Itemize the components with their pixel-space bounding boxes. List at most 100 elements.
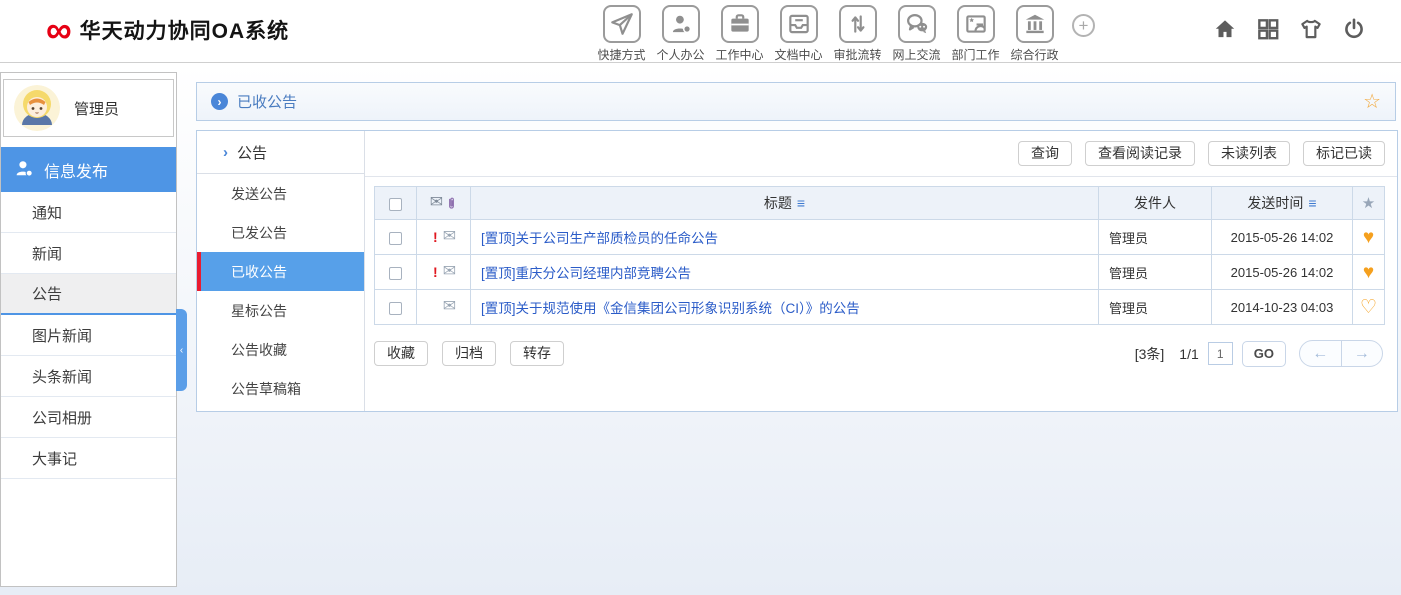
announcement-link[interactable]: [置顶]关于公司生产部质检员的任命公告 [481,231,718,246]
favorite-star-icon[interactable]: ☆ [1363,92,1381,112]
toolbar: 查询 查看阅读记录 未读列表 标记已读 [365,131,1397,177]
next-page-arrow-icon[interactable]: → [1342,341,1383,366]
sidebar-item-notice[interactable]: 通知 [1,192,176,233]
submenu-item-received-announcements[interactable]: 已收公告 [197,252,364,291]
apps-grid-icon[interactable] [1255,16,1281,42]
submenu-item-label: 已收公告 [231,262,287,282]
announcement-link[interactable]: [置顶]关于规范使用《金信集团公司形象识别系统（CI）》的公告 [481,301,860,316]
sidebar-collapse-handle[interactable]: ‹ [176,309,187,391]
nav-label: 综合行政 [1010,46,1058,63]
nav-item-online-chat[interactable]: 网上交流 [887,5,946,63]
bank-icon [1016,5,1054,43]
user-box: 管理员 [3,79,174,137]
sidebar-item-label: 大事记 [32,448,77,469]
nav-label: 部门工作 [951,46,999,63]
app-title: 华天动力协同OA系统 [80,15,290,45]
favorite-button[interactable]: 收藏 [374,341,428,366]
urgent-mark: ! [431,264,440,280]
submenu-item-starred-announcements[interactable]: 星标公告 [197,291,364,330]
time-cell: 2014-10-23 04:03 [1212,290,1353,325]
logo-infinity-icon: ∞ [46,11,72,49]
envelope-icon: ✉ [443,229,456,245]
page-input[interactable] [1208,342,1233,365]
nav-item-administration[interactable]: 综合行政 [1005,5,1064,63]
go-button[interactable]: GO [1242,341,1286,367]
sidebar-section-header[interactable]: 信息发布 [1,147,176,192]
heart-filled-icon[interactable]: ♥ [1363,227,1374,248]
envelope-icon: ✉ [443,264,456,280]
row-checkbox[interactable] [389,232,402,245]
add-module-button[interactable]: + [1072,14,1095,37]
nav-item-approval-flow[interactable]: 审批流转 [828,5,887,63]
person-publish-icon [14,159,35,180]
document-tray-icon [780,5,818,43]
heart-filled-icon[interactable]: ♥ [1363,262,1374,283]
announcement-link[interactable]: [置顶]重庆分公司经理内部竞聘公告 [481,266,691,281]
sidebar-item-picture-news[interactable]: 图片新闻 [1,315,176,356]
bottom-bar: 收藏 归档 转存 [3条] 1/1 GO ← → [374,340,1383,367]
sidebar-item-announcement[interactable]: 公告 [1,274,176,315]
sidebar-section-title: 信息发布 [44,158,108,182]
person-icon [662,5,700,43]
theme-shirt-icon[interactable] [1298,16,1324,42]
header-time-cell: 发送时间≡ [1212,187,1353,220]
nav-item-personal-office[interactable]: 个人办公 [651,5,710,63]
row-checkbox[interactable] [389,267,402,280]
submenu-item-announcement-drafts[interactable]: 公告草稿箱 [197,369,364,408]
submenu-title: 公告 [237,142,267,163]
select-all-checkbox[interactable] [389,198,402,211]
home-icon[interactable] [1212,16,1238,42]
envelope-icon: ✉ [430,195,443,211]
sidebar-item-label: 图片新闻 [32,325,92,346]
heart-outline-icon[interactable]: ♡ [1360,297,1377,318]
prev-page-arrow-icon[interactable]: ← [1300,341,1342,366]
row-checkbox[interactable] [389,302,402,315]
pager-arrows: ← → [1299,340,1383,367]
nav-label: 工作中心 [715,46,763,63]
power-icon[interactable] [1341,16,1367,42]
sort-title-icon[interactable]: ≡ [797,195,805,211]
sidebar-menu: 通知 新闻 公告 图片新闻 头条新闻 公司相册 大事记 [1,192,176,479]
sidebar-item-label: 新闻 [32,243,62,264]
panel-body: 查询 查看阅读记录 未读列表 标记已读 [365,131,1397,411]
sidebar-item-company-album[interactable]: 公司相册 [1,397,176,438]
sidebar-item-milestones[interactable]: 大事记 [1,438,176,479]
nav-item-shortcuts[interactable]: 快捷方式 [592,5,651,63]
chat-bubbles-icon [898,5,936,43]
briefcase-icon [721,5,759,43]
sidebar-item-news[interactable]: 新闻 [1,233,176,274]
total-count: [3条] [1135,344,1165,364]
header-star-cell: ★ [1353,187,1385,220]
table-header-row: ✉ 标题 ≡ 发件人 发送时间≡ [375,187,1385,220]
nav-item-department-work[interactable]: 部门工作 [946,5,1005,63]
breadcrumb-bar: › 已收公告 ☆ [196,82,1396,121]
sidebar-item-label: 头条新闻 [32,366,92,387]
paper-plane-icon [603,5,641,43]
submenu-item-send-announcement[interactable]: 发送公告 [197,174,364,213]
star-icon: ★ [1362,195,1375,212]
submenu-header[interactable]: › 公告 [197,131,364,174]
transfer-button[interactable]: 转存 [510,341,564,366]
archive-button[interactable]: 归档 [442,341,496,366]
sort-time-icon[interactable]: ≡ [1308,195,1316,211]
submenu-item-label: 星标公告 [231,301,287,321]
column-title-label: 标题 [764,195,792,211]
row-actions: 收藏 归档 转存 [374,341,564,366]
nav-item-document-center[interactable]: 文档中心 [769,5,828,63]
submenu-item-announcement-favorites[interactable]: 公告收藏 [197,330,364,369]
submenu: › 公告 发送公告 已发公告 已收公告 星标公告 公告收藏 公告草稿箱 [197,131,365,411]
header-sender-cell: 发件人 [1099,187,1212,220]
nav-item-work-center[interactable]: 工作中心 [710,5,769,63]
announcement-table-wrap: ✉ 标题 ≡ 发件人 发送时间≡ [374,186,1383,325]
mark-read-button[interactable]: 标记已读 [1303,141,1385,166]
sender-cell: 管理员 [1099,290,1212,325]
sidebar-item-headline-news[interactable]: 头条新闻 [1,356,176,397]
department-icon [957,5,995,43]
page-info: 1/1 [1179,346,1198,362]
search-button[interactable]: 查询 [1018,141,1072,166]
page-title: 已收公告 [237,91,297,112]
submenu-item-sent-announcements[interactable]: 已发公告 [197,213,364,252]
view-read-log-button[interactable]: 查看阅读记录 [1085,141,1195,166]
screen: ∞ 华天动力协同OA系统 快捷方式 个人办公 工作中心 [0,0,1401,595]
unread-list-button[interactable]: 未读列表 [1208,141,1290,166]
